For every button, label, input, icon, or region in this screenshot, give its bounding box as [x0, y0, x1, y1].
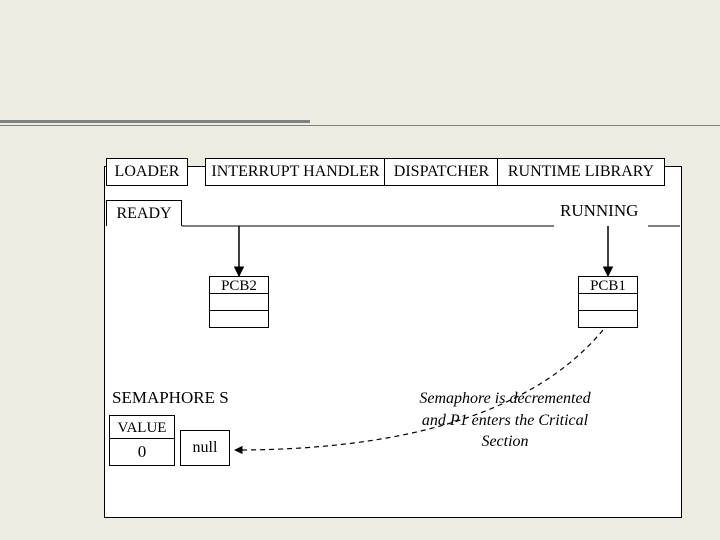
pcb1-label: PCB1 [578, 276, 638, 294]
note-text: Semaphore is decremented and P1 enters t… [385, 388, 625, 453]
box-loader: LOADER [106, 158, 188, 186]
pcb2-row-2 [209, 310, 269, 328]
semaphore-value: 0 [109, 438, 175, 466]
pcb1-block: PCB1 [578, 277, 638, 328]
slide: LOADER INTERRUPT HANDLER DISPATCHER RUNT… [0, 0, 720, 540]
pcb2-block: PCB2 [209, 277, 269, 328]
queue-running-label: RUNNING [560, 201, 638, 221]
note-line-2: and P1 enters the Critical [422, 412, 588, 429]
queue-ready-label: READY [106, 200, 182, 226]
accent-bar-thick [0, 120, 310, 123]
pcb2-label: PCB2 [209, 276, 269, 294]
semaphore-title: SEMAPHORE S [112, 388, 229, 408]
box-dispatcher: DISPATCHER [384, 158, 498, 186]
pcb2-row-1 [209, 293, 269, 311]
semaphore-ptr: null [180, 430, 230, 466]
box-runtime-library: RUNTIME LIBRARY [497, 158, 665, 186]
accent-bar-thin [0, 125, 720, 126]
pcb1-row-2 [578, 310, 638, 328]
semaphore-value-label: VALUE [109, 415, 175, 439]
pcb1-row-1 [578, 293, 638, 311]
note-line-1: Semaphore is decremented [419, 390, 590, 407]
note-line-3: Section [481, 433, 528, 450]
box-interrupt-handler: INTERRUPT HANDLER [205, 158, 385, 186]
